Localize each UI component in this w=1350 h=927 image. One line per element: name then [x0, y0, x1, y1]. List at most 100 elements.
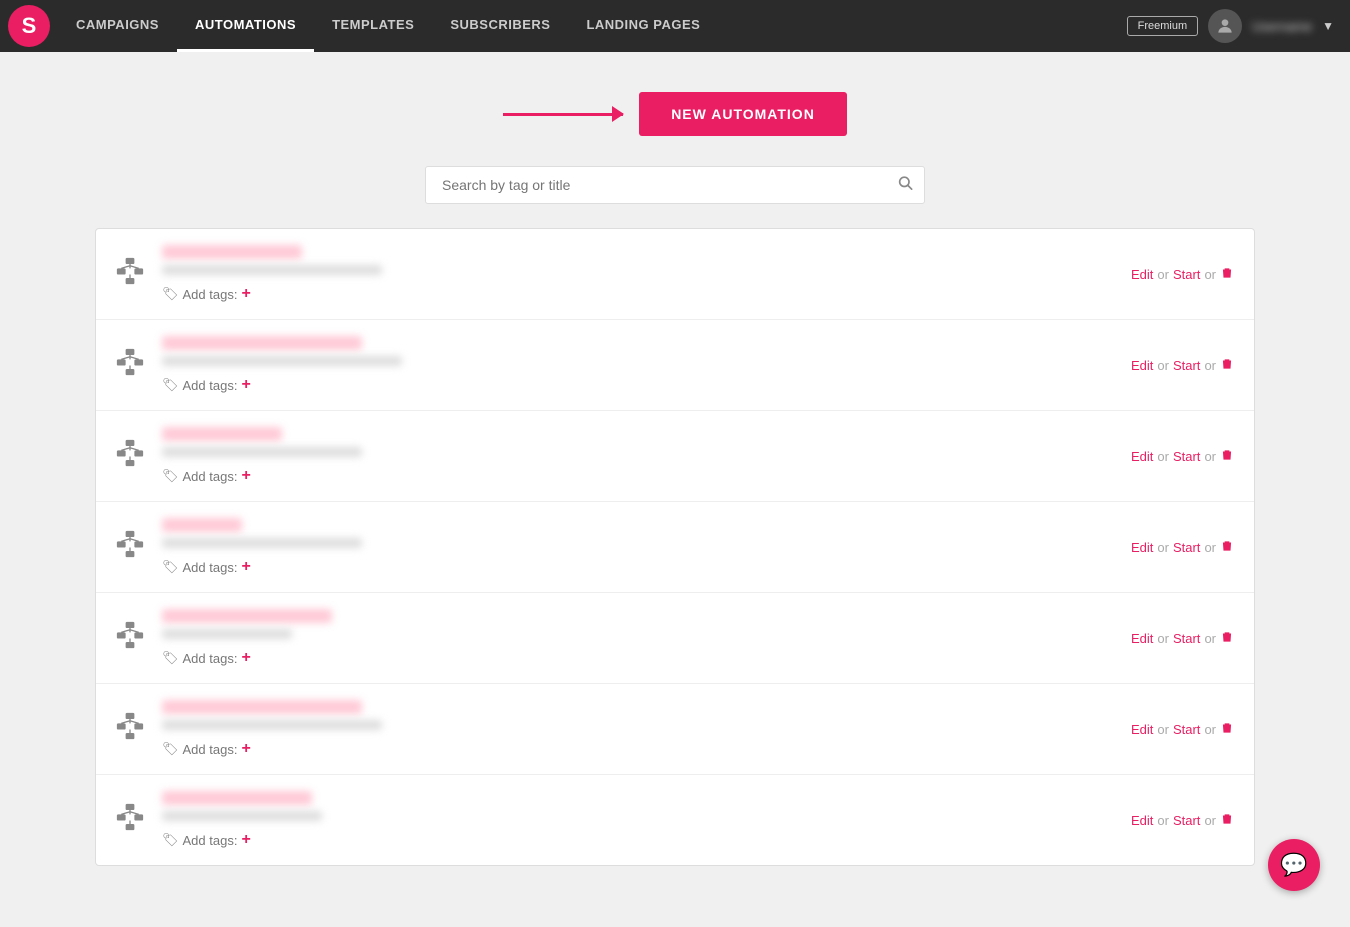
delete-button[interactable]	[1220, 266, 1234, 283]
add-tags-plus-button[interactable]: +	[241, 740, 250, 758]
separator-2: or	[1204, 449, 1216, 464]
automation-flow-icon	[116, 621, 144, 656]
automation-subtitle	[162, 538, 362, 548]
automation-subtitle	[162, 811, 322, 821]
automation-subtitle	[162, 629, 292, 639]
start-link[interactable]: Start	[1173, 722, 1200, 737]
nav-links: CAMPAIGNS AUTOMATIONS TEMPLATES SUBSCRIB…	[58, 0, 1127, 52]
automation-item: 🏷 Add tags: + Edit or Start or	[96, 502, 1254, 593]
edit-link[interactable]: Edit	[1131, 267, 1153, 282]
delete-button[interactable]	[1220, 630, 1234, 647]
chat-button[interactable]: 💬	[1268, 839, 1320, 891]
tag-icon: 🏷	[162, 286, 179, 302]
automation-info: 🏷 Add tags: +	[162, 609, 1131, 667]
username: Username	[1252, 19, 1312, 34]
automation-actions: Edit or Start or	[1131, 812, 1234, 829]
dropdown-arrow-icon[interactable]: ▼	[1322, 19, 1334, 33]
add-tags-plus-button[interactable]: +	[241, 285, 250, 303]
delete-button[interactable]	[1220, 812, 1234, 829]
separator: or	[1157, 358, 1169, 373]
tag-icon: 🏷	[162, 468, 179, 484]
add-tags-plus-button[interactable]: +	[241, 376, 250, 394]
add-tags-plus-button[interactable]: +	[241, 467, 250, 485]
automation-item: 🏷 Add tags: + Edit or Start or	[96, 775, 1254, 865]
add-tags-row: 🏷 Add tags: +	[162, 649, 1131, 667]
separator-2: or	[1204, 722, 1216, 737]
search-box	[425, 166, 925, 204]
automation-flow-icon	[116, 530, 144, 565]
navbar: S CAMPAIGNS AUTOMATIONS TEMPLATES SUBSCR…	[0, 0, 1350, 52]
automation-title	[162, 427, 282, 441]
new-automation-button[interactable]: NEW AUTOMATION	[639, 92, 847, 136]
add-tags-label: Add tags:	[183, 560, 238, 575]
separator: or	[1157, 540, 1169, 555]
separator-2: or	[1204, 267, 1216, 282]
automations-list: 🏷 Add tags: + Edit or Start or	[95, 228, 1255, 866]
search-input[interactable]	[425, 166, 925, 204]
automation-subtitle	[162, 265, 382, 275]
automation-item: 🏷 Add tags: + Edit or Start or	[96, 320, 1254, 411]
arrow-indicator	[503, 113, 623, 116]
edit-link[interactable]: Edit	[1131, 540, 1153, 555]
search-icon-button[interactable]	[897, 175, 913, 196]
nav-subscribers[interactable]: SUBSCRIBERS	[432, 0, 568, 52]
add-tags-row: 🏷 Add tags: +	[162, 467, 1131, 485]
separator-2: or	[1204, 631, 1216, 646]
nav-templates[interactable]: TEMPLATES	[314, 0, 432, 52]
delete-button[interactable]	[1220, 539, 1234, 556]
edit-link[interactable]: Edit	[1131, 449, 1153, 464]
tag-icon: 🏷	[162, 377, 179, 393]
add-tags-row: 🏷 Add tags: +	[162, 376, 1131, 394]
nav-campaigns[interactable]: CAMPAIGNS	[58, 0, 177, 52]
automation-flow-icon	[116, 348, 144, 383]
tag-icon: 🏷	[162, 650, 179, 666]
start-link[interactable]: Start	[1173, 540, 1200, 555]
automation-title	[162, 609, 332, 623]
nav-landing-pages[interactable]: LANDING PAGES	[568, 0, 718, 52]
automation-title	[162, 245, 302, 259]
automation-item: 🏷 Add tags: + Edit or Start or	[96, 593, 1254, 684]
add-tags-label: Add tags:	[183, 833, 238, 848]
automation-info: 🏷 Add tags: +	[162, 700, 1131, 758]
add-tags-plus-button[interactable]: +	[241, 558, 250, 576]
add-tags-plus-button[interactable]: +	[241, 831, 250, 849]
automation-subtitle	[162, 447, 362, 457]
separator-2: or	[1204, 358, 1216, 373]
delete-button[interactable]	[1220, 721, 1234, 738]
automation-actions: Edit or Start or	[1131, 357, 1234, 374]
start-link[interactable]: Start	[1173, 813, 1200, 828]
add-tags-plus-button[interactable]: +	[241, 649, 250, 667]
new-automation-area: NEW AUTOMATION	[95, 92, 1255, 136]
start-link[interactable]: Start	[1173, 267, 1200, 282]
edit-link[interactable]: Edit	[1131, 722, 1153, 737]
separator: or	[1157, 449, 1169, 464]
nav-automations[interactable]: AUTOMATIONS	[177, 0, 314, 52]
navbar-right: Freemium Username ▼	[1127, 9, 1334, 43]
search-icon	[897, 175, 913, 191]
delete-button[interactable]	[1220, 357, 1234, 374]
automation-info: 🏷 Add tags: +	[162, 427, 1131, 485]
delete-button[interactable]	[1220, 448, 1234, 465]
logo: S	[8, 5, 50, 47]
edit-link[interactable]: Edit	[1131, 358, 1153, 373]
automation-info: 🏷 Add tags: +	[162, 518, 1131, 576]
avatar	[1208, 9, 1242, 43]
automation-item: 🏷 Add tags: + Edit or Start or	[96, 684, 1254, 775]
automation-title	[162, 791, 312, 805]
start-link[interactable]: Start	[1173, 358, 1200, 373]
freemium-badge: Freemium	[1127, 16, 1199, 36]
add-tags-row: 🏷 Add tags: +	[162, 285, 1131, 303]
automation-actions: Edit or Start or	[1131, 539, 1234, 556]
add-tags-label: Add tags:	[183, 742, 238, 757]
separator-2: or	[1204, 540, 1216, 555]
add-tags-label: Add tags:	[183, 469, 238, 484]
start-link[interactable]: Start	[1173, 449, 1200, 464]
add-tags-label: Add tags:	[183, 651, 238, 666]
edit-link[interactable]: Edit	[1131, 813, 1153, 828]
separator: or	[1157, 813, 1169, 828]
automation-flow-icon	[116, 439, 144, 474]
edit-link[interactable]: Edit	[1131, 631, 1153, 646]
search-container	[95, 166, 1255, 204]
add-tags-label: Add tags:	[183, 287, 238, 302]
start-link[interactable]: Start	[1173, 631, 1200, 646]
